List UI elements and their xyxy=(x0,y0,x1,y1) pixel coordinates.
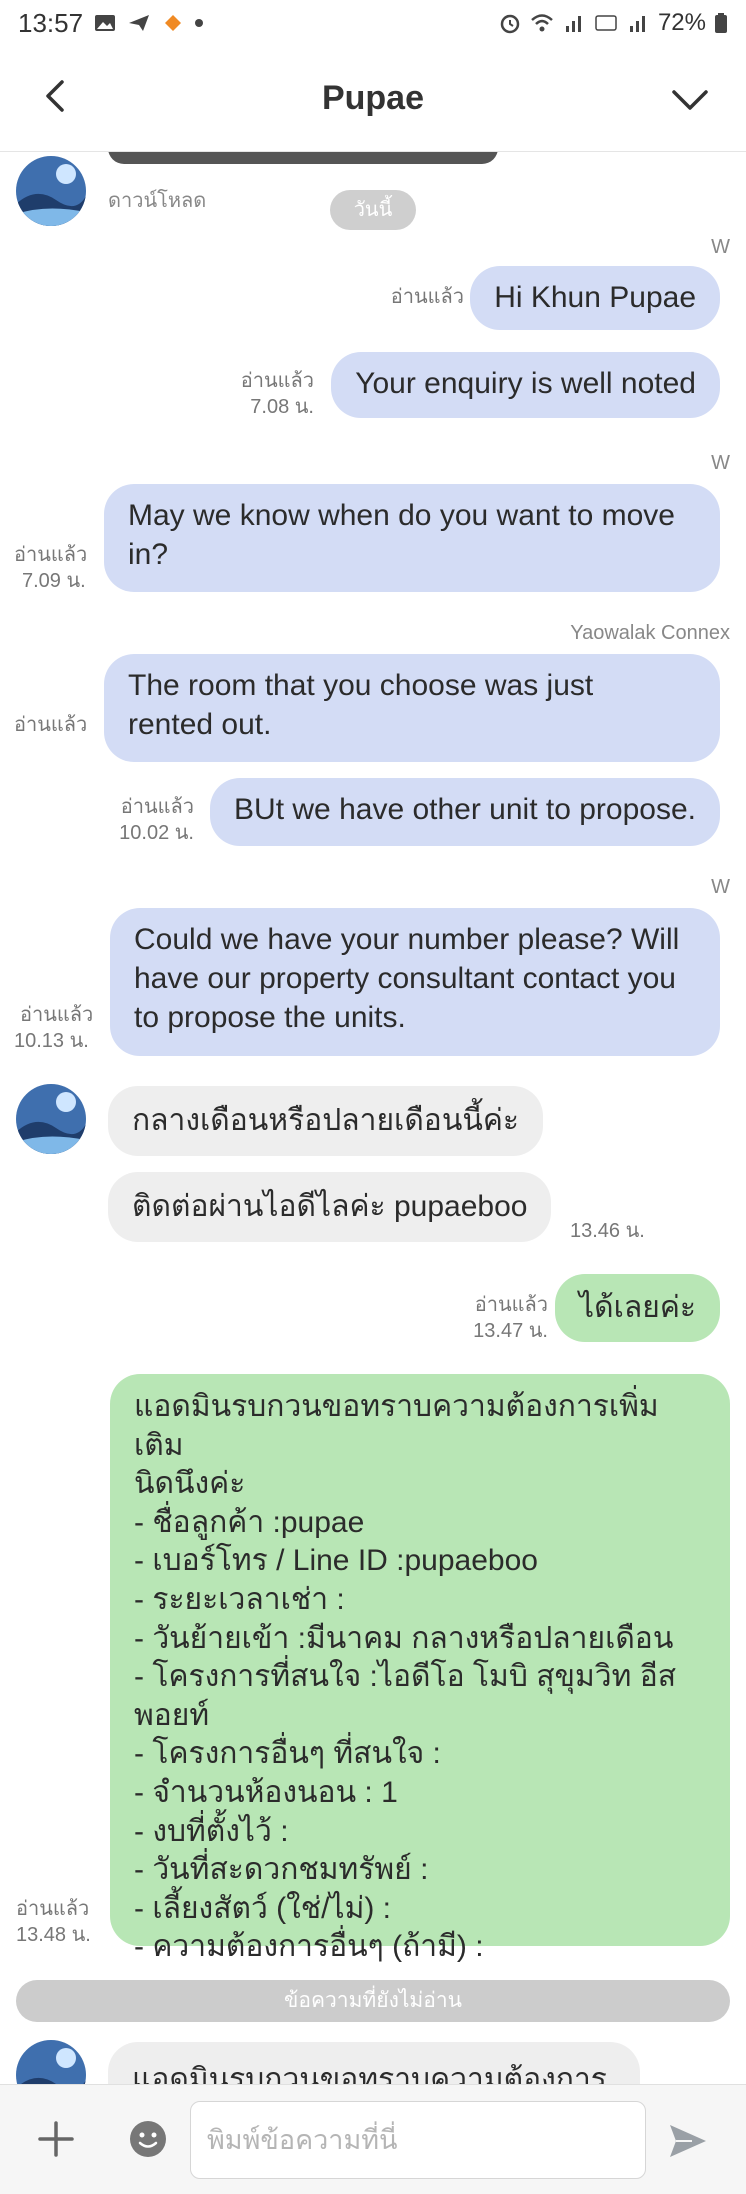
message-line: พอยท์ xyxy=(134,1698,210,1732)
read-status: อ่านแล้ว xyxy=(240,370,314,392)
message-line: - เลี้ยงสัตว์ (ใช่/ไม่) : xyxy=(134,1891,392,1925)
outgoing-message[interactable]: The room that you choose was just rented… xyxy=(104,654,720,762)
back-icon[interactable] xyxy=(36,76,76,116)
outgoing-message[interactable]: May we know when do you want to move in? xyxy=(104,484,720,592)
chevron-down-icon[interactable] xyxy=(670,80,710,120)
app-notification-icon xyxy=(165,15,182,31)
outgoing-message-form[interactable]: แอดมินรบกวนขอทราบความต้องการเพิ่มเติม นิ… xyxy=(110,1374,730,1963)
date-divider: วันนี้ xyxy=(330,190,416,230)
message-line: แอดมินรบกวนขอทราบความต้องการเพิ่มเติม xyxy=(134,1390,659,1462)
message-line: - วันที่สะดวกชมทรัพย์ : xyxy=(134,1853,429,1887)
battery-icon xyxy=(715,13,727,33)
outgoing-message[interactable]: Your enquiry is well noted xyxy=(331,352,720,418)
message-time: 7.09 น. xyxy=(22,570,86,592)
message-line: - โครงการอื่นๆ ที่สนใจ : xyxy=(134,1737,441,1771)
message-time: 13.48 น. xyxy=(16,1924,91,1946)
incoming-message[interactable]: กลางเดือนหรือปลายเดือนนี้ค่ะ xyxy=(108,1086,544,1156)
message-line: - ชื่อลูกค้า :pupae xyxy=(134,1505,365,1539)
chat-header: Pupae xyxy=(0,46,746,152)
avatar[interactable] xyxy=(16,156,86,226)
read-status: อ่านแล้ว xyxy=(20,1004,94,1026)
sender-name: W xyxy=(711,452,730,474)
message-line: - โครงการที่สนใจ :ไอดีโอ โมบิ สุขุมวิท อ… xyxy=(134,1660,677,1694)
download-label[interactable]: ดาวน์โหลด xyxy=(108,184,206,216)
volte-icon xyxy=(595,15,617,31)
read-status: อ่านแล้ว xyxy=(120,796,194,818)
battery-percent: 72% xyxy=(657,9,706,36)
status-bar: 13:57 72% xyxy=(0,0,746,46)
sender-name: Yaowalak Connex xyxy=(570,622,730,644)
message-line: - ความต้องการอื่นๆ (ถ้ามี) : xyxy=(134,1930,484,1964)
outgoing-message[interactable]: ได้เลยค่ะ xyxy=(555,1274,720,1342)
read-status: อ่านแล้ว xyxy=(474,1294,548,1316)
message-time: 10.02 น. xyxy=(119,822,194,844)
avatar[interactable] xyxy=(16,1084,86,1154)
more-notifications-icon xyxy=(195,19,204,27)
message-line: - จำนวนห้องนอน : 1 xyxy=(134,1775,398,1809)
message-time: 13.46 น. xyxy=(570,1220,645,1242)
send-icon[interactable] xyxy=(666,2119,710,2163)
chat-area[interactable]: ดาวน์โหลด วันนี้ W อ่านแล้ว Hi Khun Pupa… xyxy=(0,152,746,2084)
read-status: อ่านแล้ว xyxy=(390,286,464,308)
avatar[interactable] xyxy=(16,2040,86,2084)
message-input[interactable] xyxy=(190,2101,646,2179)
read-status: อ่านแล้ว xyxy=(14,714,88,736)
outgoing-message[interactable]: BUt we have other unit to propose. xyxy=(210,778,720,846)
read-status: อ่านแล้ว xyxy=(16,1898,90,1920)
incoming-message[interactable]: ติดต่อผ่านไอดีไลค่ะ pupaeboo xyxy=(108,1172,552,1242)
chat-title: Pupae xyxy=(321,79,425,117)
signal-2-icon xyxy=(629,16,645,32)
message-line: - เบอร์โทร / Line ID :pupaeboo xyxy=(134,1544,538,1578)
partial-file-message[interactable] xyxy=(108,152,498,164)
message-time: 7.08 น. xyxy=(250,396,314,418)
sender-name: W xyxy=(711,876,730,898)
status-time: 13:57 xyxy=(18,7,84,38)
incoming-message[interactable]: แอดมินรบกวนขอทราบความต้องการ xyxy=(108,2042,640,2084)
signal-icon xyxy=(565,16,581,32)
outgoing-message[interactable]: Hi Khun Pupae xyxy=(470,266,720,330)
wifi-icon xyxy=(531,14,553,32)
read-status: อ่านแล้ว xyxy=(14,544,88,566)
outgoing-message[interactable]: Could we have your number please? Will h… xyxy=(110,908,720,1056)
message-line: นิดนึงค่ะ xyxy=(134,1467,246,1501)
sender-name: W xyxy=(711,236,730,258)
unread-divider: ข้อความที่ยังไม่อ่าน xyxy=(16,1980,730,2022)
message-line: - งบที่ตั้งไว้ : xyxy=(134,1814,289,1848)
emoji-icon[interactable] xyxy=(128,2119,168,2159)
message-time: 10.13 น. xyxy=(14,1030,89,1052)
message-input-bar xyxy=(0,2084,746,2194)
message-time: 13.47 น. xyxy=(473,1320,548,1342)
plus-icon[interactable] xyxy=(36,2119,76,2159)
send-notification-icon xyxy=(129,15,150,31)
message-line: - ระยะเวลาเช่า : xyxy=(134,1582,345,1616)
gallery-icon xyxy=(95,15,116,31)
alarm-icon xyxy=(500,14,520,34)
message-line: - วันย้ายเข้า :มีนาคม กลางหรือปลายเดือน xyxy=(134,1621,674,1655)
